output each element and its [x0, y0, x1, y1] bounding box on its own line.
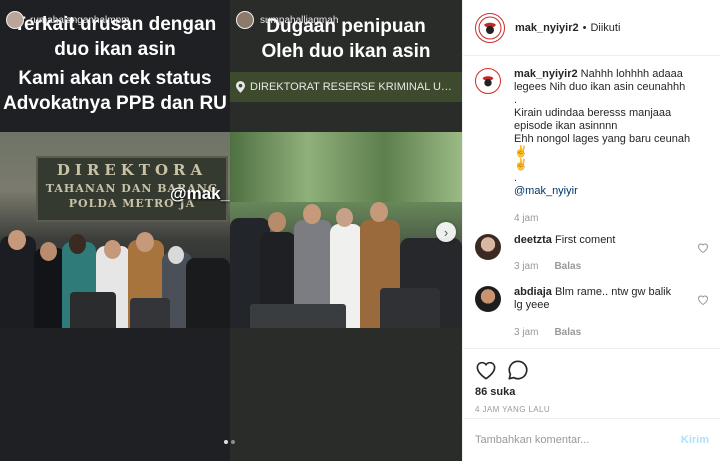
story-username: sumpahalliagmah — [260, 14, 339, 26]
person-head — [40, 242, 57, 261]
carousel-dot-active — [224, 440, 228, 444]
story-avatar — [6, 11, 24, 29]
post-timestamp: 4 JAM YANG LALU — [475, 405, 551, 414]
press-photo-right — [230, 132, 462, 328]
mention-link[interactable]: @mak_nyiyir — [514, 185, 694, 198]
comment-body: deetzta First coment 3 jam Balas — [514, 234, 694, 273]
post-comment-button[interactable]: Kirim — [681, 434, 709, 446]
story-header-left: rumahalanganhalmpm — [6, 8, 224, 32]
watermark: @mak_nyiyir — [170, 184, 230, 203]
camera-equipment — [70, 292, 116, 328]
person-head — [136, 232, 154, 252]
post-side-panel: mak_nyiyir2 • Diikuti mak_nyiyir2 Nahhh … — [462, 0, 720, 461]
carousel-dot — [231, 440, 235, 444]
camera-equipment — [130, 298, 170, 328]
location-tag: DIREKTORAT RESERSE KRIMINAL UMUM PO... — [230, 72, 462, 102]
trees-background — [230, 132, 462, 202]
person-head — [104, 240, 121, 259]
action-icons — [475, 355, 709, 385]
post-header: mak_nyiyir2 • Diikuti — [463, 0, 720, 56]
camera-equipment — [380, 288, 440, 328]
reply-button[interactable]: Balas — [554, 260, 581, 273]
comment-text: Blm rame.. ntw gw balik — [554, 286, 672, 298]
caption: mak_nyiyir2 Nahhh lohhhh adaaa legees Ni… — [475, 68, 709, 225]
camera-equipment — [250, 304, 346, 328]
caption-time: 4 jam — [514, 213, 539, 224]
comment-username[interactable]: deetzta — [514, 234, 552, 246]
avatar[interactable] — [475, 68, 501, 94]
comment-input[interactable] — [475, 434, 681, 446]
like-comment-heart-icon[interactable] — [697, 294, 709, 305]
add-comment-bar: Kirim — [463, 418, 720, 461]
story-avatar — [236, 11, 254, 29]
comment-item: deetzta First coment 3 jam Balas — [475, 234, 709, 273]
avatar[interactable] — [475, 234, 501, 260]
comment-meta: 3 jam Balas — [514, 260, 694, 273]
comment-body: abdiaja Blm rame.. ntw gw balik lg yeee … — [514, 286, 694, 339]
person-head — [8, 230, 26, 250]
story-screenshot-left: rumahalanganhalmpm Terkait urusan dengan… — [0, 0, 230, 461]
comment-time: 3 jam — [514, 327, 539, 338]
story-screenshot-right: sumpahalliagmah Dugaan penipuan Oleh duo… — [230, 0, 462, 461]
comment-item: abdiaja Blm rame.. ntw gw balik lg yeee … — [475, 286, 709, 339]
like-heart-icon[interactable] — [475, 360, 497, 380]
comment-time: 3 jam — [514, 261, 539, 272]
separator-dot: • — [582, 21, 587, 34]
caption-body: mak_nyiyir2 Nahhh lohhhh adaaa legees Ni… — [514, 68, 694, 225]
reply-button[interactable]: Balas — [554, 326, 581, 339]
avatar[interactable] — [475, 12, 505, 43]
comments-list[interactable]: mak_nyiyir2 Nahhh lohhhh adaaa legees Ni… — [463, 56, 720, 348]
story-header-right: sumpahalliagmah — [236, 8, 456, 32]
follow-status-button[interactable]: Diikuti — [590, 22, 620, 34]
person-head — [168, 246, 184, 264]
story-headline-bottom: Kami akan cek status Advokatnya PPB dan … — [3, 68, 227, 114]
comment-text-cont: lg yeee — [514, 299, 550, 311]
post-author-username[interactable]: mak_nyiyir2 — [515, 22, 579, 34]
chevron-right-icon[interactable]: › — [436, 222, 456, 242]
post-actions: 86 suka 4 JAM YANG LALU — [463, 348, 720, 418]
person-head — [268, 212, 286, 232]
person-head — [336, 208, 353, 227]
location-pin-icon — [236, 81, 245, 93]
story-username: rumahalanganhalmpm — [30, 14, 130, 26]
comment-username[interactable]: abdiaja — [514, 286, 552, 298]
profile-logo-icon — [477, 70, 499, 92]
press-photo-left: DIREKTORA TAHANAN DAN BARANG POLDA METRO… — [0, 132, 230, 328]
avatar[interactable] — [475, 286, 501, 312]
person-figure — [186, 258, 230, 328]
comment-text: First coment — [554, 234, 616, 246]
caption-text: Nahhh lohhhh adaaa — [580, 68, 683, 80]
comment-meta: 3 jam Balas — [514, 326, 694, 339]
profile-logo-icon — [478, 16, 502, 39]
person-head — [303, 204, 321, 224]
like-comment-heart-icon[interactable] — [697, 242, 709, 253]
likes-count[interactable]: 86 suka — [475, 386, 709, 398]
caption-meta: 4 jam — [514, 212, 694, 225]
location-text: DIREKTORAT RESERSE KRIMINAL UMUM PO... — [250, 81, 456, 93]
person-head — [370, 202, 388, 222]
caption-username[interactable]: mak_nyiyir2 — [514, 68, 578, 80]
comment-bubble-icon[interactable] — [507, 359, 529, 381]
carousel-dots — [224, 440, 235, 444]
post-media[interactable]: rumahalanganhalmpm Terkait urusan dengan… — [0, 0, 462, 461]
person-head — [69, 234, 86, 254]
